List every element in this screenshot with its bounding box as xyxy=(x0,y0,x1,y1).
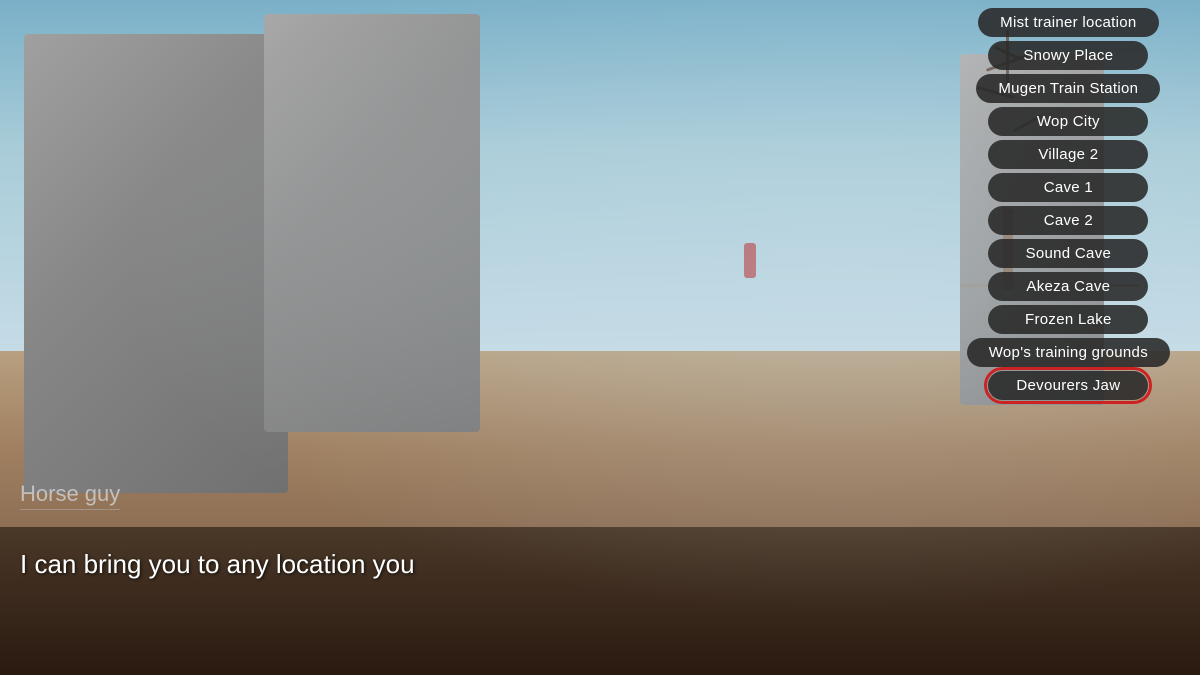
location-btn-akeza-cave[interactable]: Akeza Cave xyxy=(988,272,1148,301)
character-figure xyxy=(744,243,756,278)
location-btn-frozen-lake[interactable]: Frozen Lake xyxy=(988,305,1148,334)
pillar-left-2 xyxy=(264,14,480,433)
location-btn-wops-training-grounds[interactable]: Wop's training grounds xyxy=(967,338,1170,367)
location-btn-cave-2[interactable]: Cave 2 xyxy=(988,206,1148,235)
location-menu: Mist trainer location Snowy Place Mugen Tr… xyxy=(967,8,1170,400)
character-name-underline xyxy=(20,509,120,510)
location-btn-wop-city[interactable]: Wop City xyxy=(988,107,1148,136)
location-btn-cave-1[interactable]: Cave 1 xyxy=(988,173,1148,202)
location-btn-sound-cave[interactable]: Sound Cave xyxy=(988,239,1148,268)
character-name: Horse guy xyxy=(20,481,120,510)
pillar-left-1 xyxy=(24,34,288,493)
location-btn-village-2[interactable]: Village 2 xyxy=(988,140,1148,169)
dialog-text: I can bring you to any location you xyxy=(20,549,415,580)
location-btn-snowy-place[interactable]: Snowy Place xyxy=(988,41,1148,70)
location-btn-mist-trainer-location[interactable]: Mist trainer location xyxy=(978,8,1158,37)
location-btn-devourers-jaw[interactable]: Devourers Jaw xyxy=(988,371,1148,400)
location-btn-mugen-train-station[interactable]: Mugen Train Station xyxy=(976,74,1160,103)
